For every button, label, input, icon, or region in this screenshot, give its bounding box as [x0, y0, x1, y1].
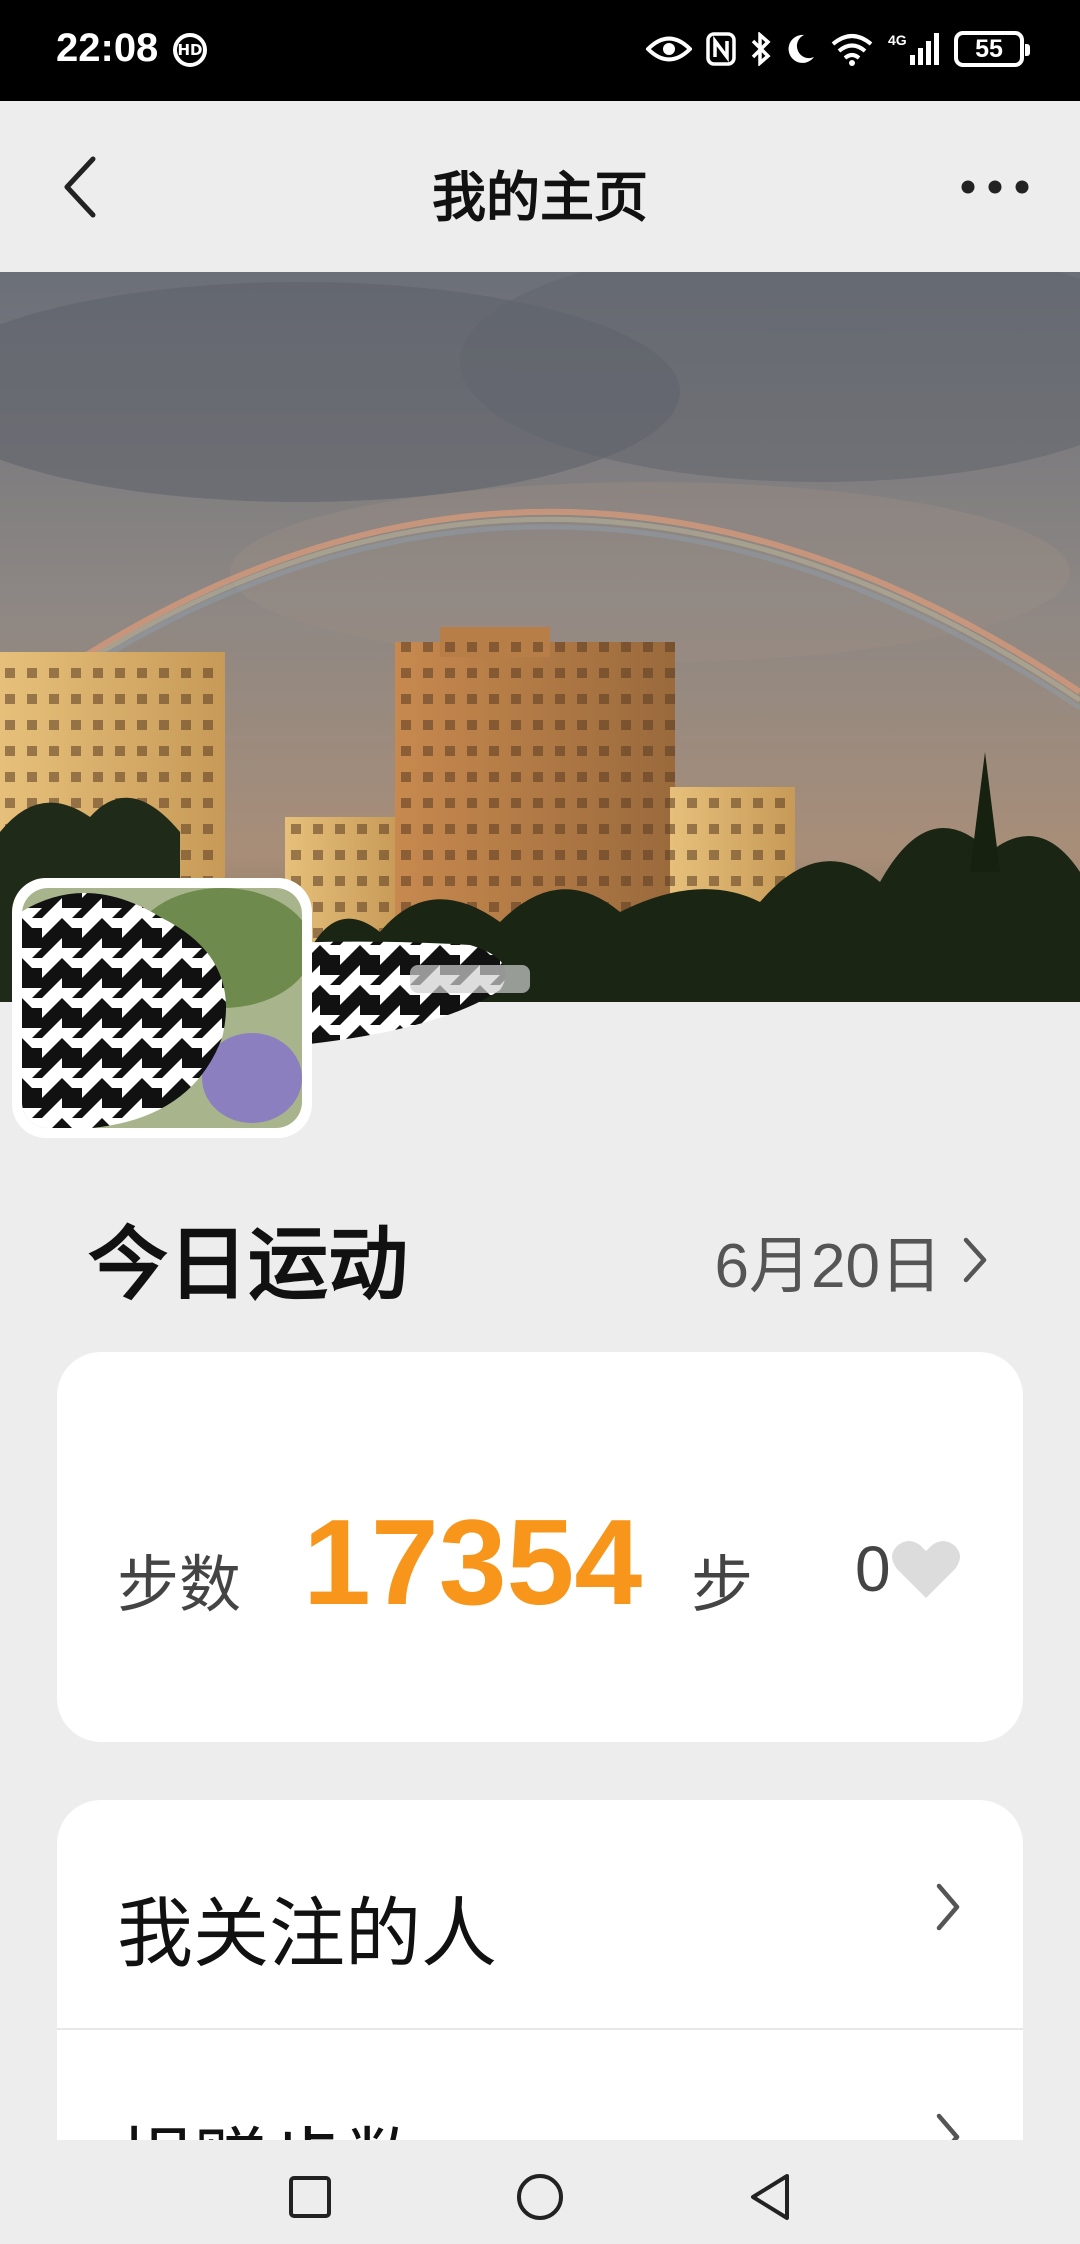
date-link[interactable]: 6月20日	[715, 1215, 988, 1305]
status-icons: 4G 55	[646, 26, 1030, 72]
square-icon	[289, 2176, 331, 2218]
date-text: 6月20日	[714, 1232, 942, 1301]
menu-list: 我关注的人 捐赠步数	[57, 1800, 1023, 2140]
nfc-icon	[706, 29, 736, 69]
more-button[interactable]	[950, 145, 1040, 229]
chevron-right-icon	[936, 2113, 960, 2140]
home-button[interactable]	[505, 2162, 575, 2232]
signal-icon: 4G	[888, 29, 940, 69]
steps-card[interactable]: 步数 17354 步 0	[57, 1352, 1023, 1742]
back-nav-button[interactable]	[735, 2162, 805, 2232]
circle-icon	[517, 2174, 563, 2220]
today-exercise-title: 今日运动	[88, 1218, 408, 1311]
avatar[interactable]	[12, 878, 312, 1138]
hd-badge-icon: HD	[173, 33, 207, 67]
wifi-icon	[830, 29, 874, 69]
likes-count: 0	[855, 1533, 891, 1605]
list-item-label: 捐赠步数	[117, 2102, 421, 2140]
bluetooth-icon	[750, 29, 772, 69]
moon-icon	[786, 29, 816, 69]
steps-value: 17354	[303, 1494, 643, 1630]
heart-icon	[891, 1541, 960, 1598]
steps-unit: 步	[691, 1548, 754, 1621]
list-item-label: 我关注的人	[117, 1889, 497, 1978]
avatar-image	[22, 888, 302, 1128]
page-title: 我的主页	[432, 166, 648, 229]
status-bar: 22:08 HD 4G 55	[0, 0, 1080, 101]
eye-icon	[646, 29, 692, 69]
system-nav-bar	[0, 2140, 1080, 2244]
like-button[interactable]: 0	[855, 1532, 961, 1606]
chevron-right-icon	[936, 1883, 960, 1931]
status-time: 22:08	[56, 26, 159, 70]
battery-icon: 55	[954, 31, 1030, 67]
more-horizontal-icon	[961, 180, 1029, 194]
list-item-following[interactable]: 我关注的人	[57, 1800, 1023, 2028]
recents-button[interactable]	[275, 2162, 345, 2232]
list-item-donate-steps[interactable]: 捐赠步数	[57, 2030, 1023, 2140]
nav-header: 我的主页	[0, 101, 1080, 272]
chevron-right-icon	[963, 1237, 987, 1283]
svg-text:4G: 4G	[888, 32, 907, 48]
triangle-back-icon	[751, 2174, 789, 2220]
steps-label: 步数	[117, 1548, 242, 1621]
